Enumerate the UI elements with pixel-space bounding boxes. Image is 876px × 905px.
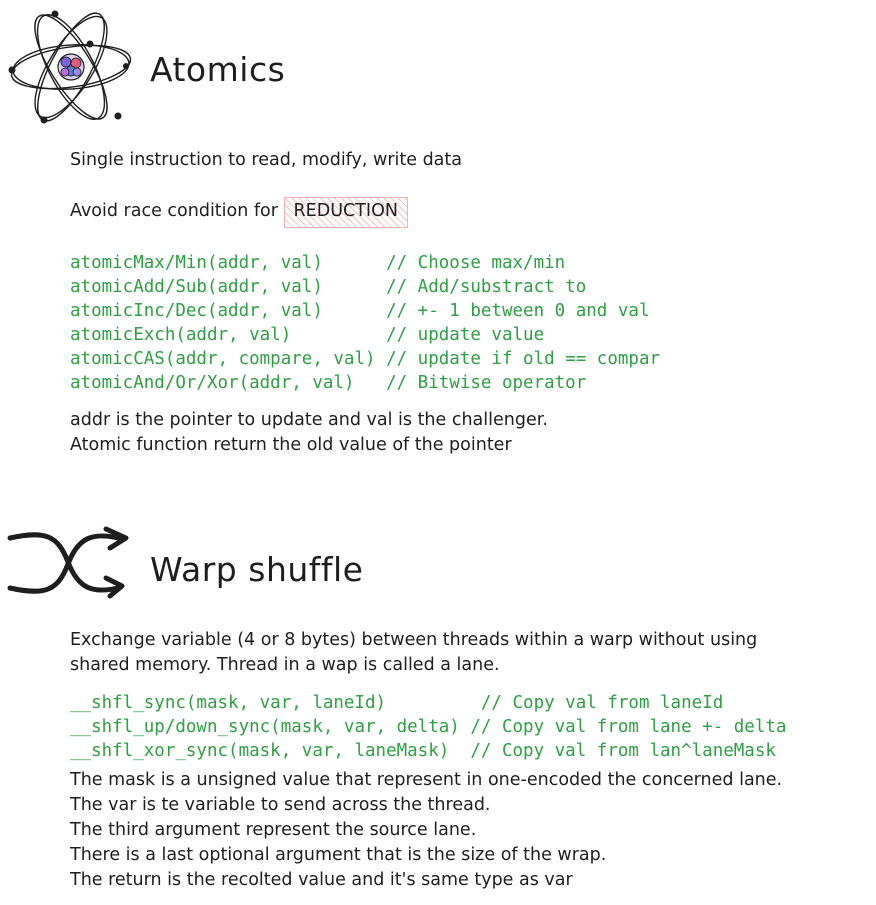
code-line: atomicAdd/Sub(addr, val) // Add/substrac…: [70, 277, 587, 297]
note-optional-argument: There is a last optional argument that i…: [70, 845, 607, 865]
atomics-description: Single instruction to read, modify, writ…: [70, 150, 462, 170]
race-condition-text: Avoid race condition for: [70, 201, 284, 221]
code-line: atomicCAS(addr, compare, val) // update …: [70, 349, 661, 369]
warp-notes: The mask is a unsigned value that repres…: [70, 768, 782, 893]
atomics-note-addr: addr is the pointer to update and val is…: [70, 410, 548, 430]
note-return: The return is the recolted value and it'…: [70, 870, 573, 890]
atomics-race-line: Avoid race condition for REDUCTION: [70, 197, 408, 228]
code-line: atomicExch(addr, val) // update value: [70, 325, 545, 345]
shuffle-functions-code: __shfl_sync(mask, var, laneId) // Copy v…: [70, 691, 786, 763]
shuffle-arrows-icon: [7, 526, 129, 599]
reduction-highlight: REDUCTION: [283, 197, 408, 228]
atomic-functions-code: atomicMax/Min(addr, val) // Choose max/m…: [70, 251, 660, 395]
code-line: atomicMax/Min(addr, val) // Choose max/m…: [70, 253, 566, 273]
note-third-argument: The third argument represent the source …: [70, 820, 477, 840]
code-line: __shfl_sync(mask, var, laneId) // Copy v…: [70, 693, 724, 713]
code-line: __shfl_xor_sync(mask, var, laneMask) // …: [70, 741, 776, 761]
warp-description-line2: shared memory. Thread in a wap is called…: [70, 655, 500, 675]
note-mask: The mask is a unsigned value that repres…: [70, 770, 783, 790]
warp-shuffle-title: Warp shuffle: [150, 550, 364, 589]
note-var: The var is te variable to send across th…: [70, 795, 491, 815]
atomics-note-return: Atomic function return the old value of …: [70, 435, 512, 455]
atomics-title: Atomics: [150, 50, 286, 89]
warp-description-line1: Exchange variable (4 or 8 bytes) between…: [70, 630, 758, 650]
atom-icon: [8, 10, 132, 124]
code-line: atomicInc/Dec(addr, val) // +- 1 between…: [70, 301, 650, 321]
code-line: __shfl_up/down_sync(mask, var, delta) //…: [70, 717, 787, 737]
code-line: atomicAnd/Or/Xor(addr, val) // Bitwise o…: [70, 373, 587, 393]
